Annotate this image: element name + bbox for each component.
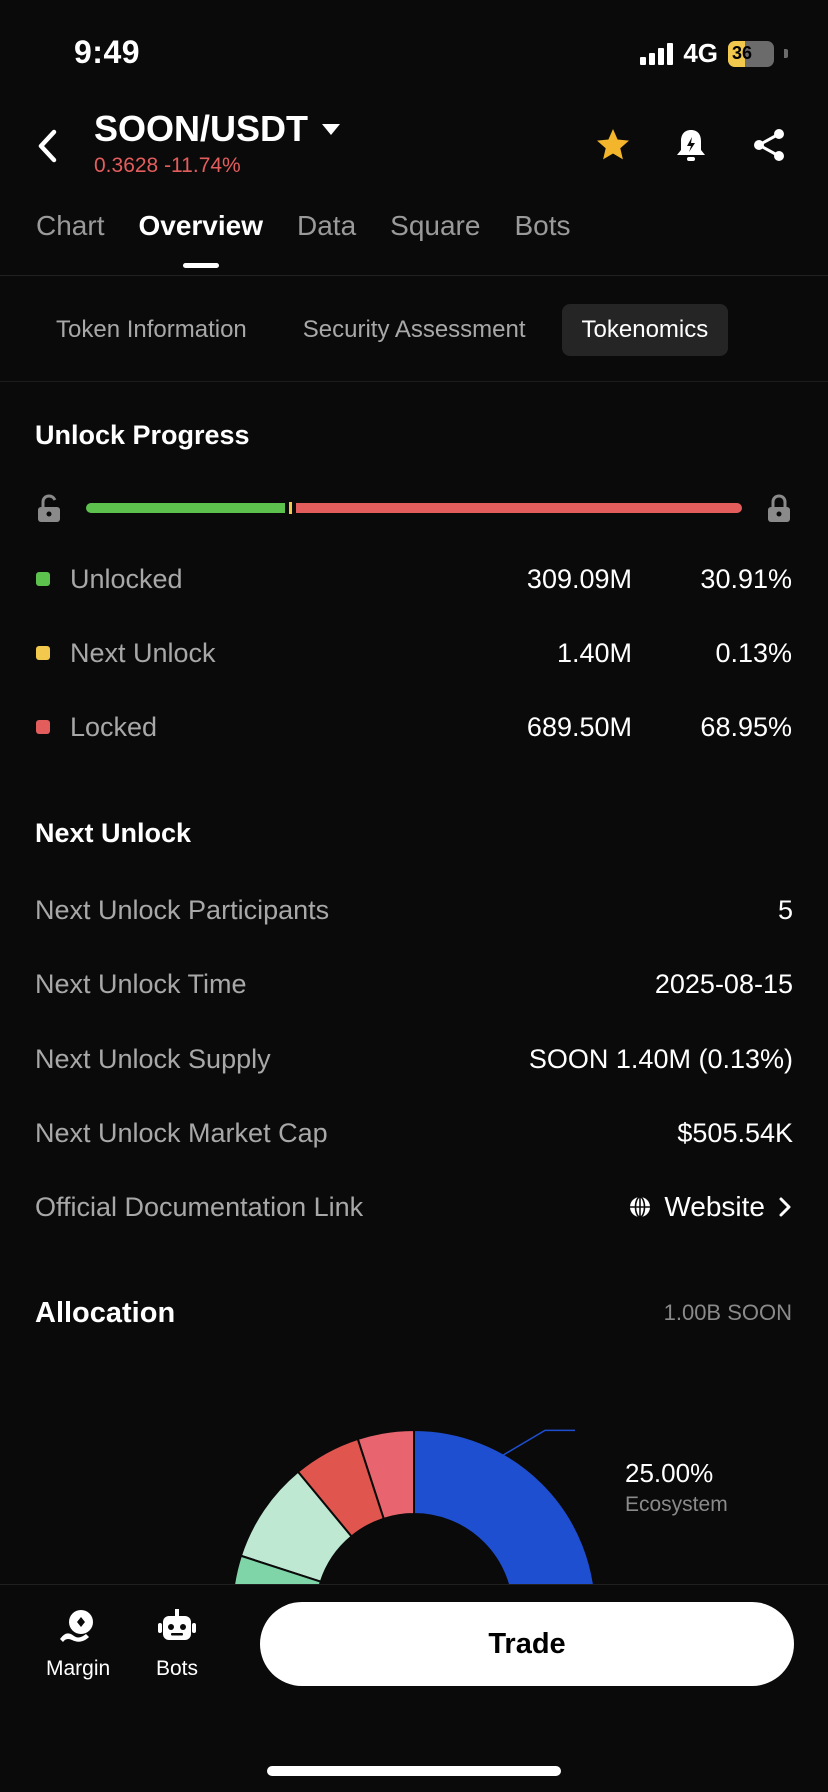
unlock-progress-title: Unlock Progress (35, 420, 250, 450)
tab-overview[interactable]: Overview (138, 210, 263, 268)
kv-value: 2025-08-15 (654, 968, 793, 999)
legend-dot-next-unlock (36, 646, 50, 660)
kv-value: SOON 1.40M (0.13%) (528, 1043, 793, 1074)
donut-callout-ecosystem: 25.00% Ecosystem (625, 1458, 728, 1517)
progress-unlocked (86, 503, 286, 513)
callout-percent: 25.00% (625, 1458, 714, 1488)
callout-name: Ecosystem (625, 1493, 728, 1516)
legend-amount: 689.50M (526, 711, 632, 742)
share-icon[interactable] (750, 126, 788, 164)
subtab-tokenomics[interactable]: Tokenomics (561, 304, 729, 356)
nav-bots[interactable]: Bots (155, 1605, 199, 1681)
allocation-chart: 25.00% Ecosystem (0, 1380, 828, 1584)
tab-square[interactable]: Square (390, 210, 480, 268)
next-unlock-title: Next Unlock (35, 818, 192, 848)
website-label: Website (664, 1191, 765, 1222)
margin-icon (60, 1610, 94, 1642)
legend-row-next-unlock: Next Unlock 1.40M 0.13% (36, 633, 792, 673)
price-change: 0.3628 -11.74% (94, 154, 241, 177)
home-indicator[interactable] (267, 1766, 561, 1776)
progress-next-unlock (289, 502, 293, 514)
allocation-total: 1.00B SOON (663, 1300, 792, 1325)
allocation-title: Allocation (35, 1297, 176, 1329)
donut-slice-ecosystem[interactable] (413, 1428, 596, 1584)
header: SOON/USDT 0.3628 -11.74% (0, 100, 828, 190)
battery-level: 36 (732, 43, 753, 63)
legend-label: Unlocked (70, 563, 183, 594)
status-time: 9:49 (74, 34, 141, 70)
kv-label: Next Unlock Participants (35, 894, 330, 925)
trade-button[interactable]: Trade (260, 1602, 794, 1686)
subtab-token-information[interactable]: Token Information (36, 304, 267, 356)
pair-selector[interactable]: SOON/USDT (94, 108, 341, 150)
legend-dot-locked (36, 720, 50, 734)
tab-bots[interactable]: Bots (514, 210, 570, 268)
legend-row-locked: Locked 689.50M 68.95% (36, 707, 792, 747)
legend-label: Locked (70, 711, 158, 742)
robot-icon (158, 1609, 196, 1640)
legend-percent: 0.13% (715, 637, 792, 668)
chevron-down-icon (322, 123, 341, 135)
progress-locked (296, 503, 742, 513)
subtab-security-assessment[interactable]: Security Assessment (283, 304, 546, 356)
back-arrow-icon[interactable] (32, 126, 62, 166)
star-icon[interactable] (594, 126, 632, 164)
nav-bots-label: Bots (155, 1657, 199, 1680)
kv-label: Next Unlock Supply (35, 1043, 271, 1074)
callout-line (500, 1429, 575, 1458)
legend-dot-unlocked (36, 572, 50, 586)
locked-lock-icon (768, 494, 790, 522)
chevron-right-icon (779, 1197, 791, 1217)
nav-margin-label: Margin (46, 1657, 111, 1680)
tab-data[interactable]: Data (297, 210, 356, 268)
kv-label: Official Documentation Link (35, 1191, 364, 1222)
legend-percent: 68.95% (700, 711, 792, 742)
sub-tabs: Token Information Security Assessment To… (36, 304, 729, 356)
kv-value: $505.54K (677, 1117, 793, 1148)
progress-track (86, 502, 742, 514)
network-type: 4G (683, 38, 718, 68)
subtabs-divider (0, 381, 828, 382)
legend-amount: 309.09M (526, 563, 632, 594)
status-right: 4G 36 (640, 38, 788, 69)
kv-row-time: Next Unlock Time 2025-08-15 (35, 964, 793, 1004)
legend-amount: 1.40M (556, 637, 632, 668)
kv-row-doc-link: Official Documentation Link Website (35, 1187, 793, 1227)
tab-chart[interactable]: Chart (36, 210, 104, 268)
nav-margin[interactable]: Margin (46, 1605, 110, 1681)
battery-icon: 36 (728, 40, 774, 67)
globe-icon (630, 1196, 651, 1218)
unlock-progress-bar (36, 494, 792, 524)
kv-row-market-cap: Next Unlock Market Cap $505.54K (35, 1113, 793, 1153)
unlocked-lock-icon (38, 494, 60, 522)
legend-row-unlocked: Unlocked 309.09M 30.91% (36, 559, 792, 599)
battery-tip (784, 49, 788, 58)
bell-alert-icon[interactable] (672, 126, 710, 164)
main-tabs: Chart Overview Data Square Bots (36, 210, 570, 268)
kv-row-participants: Next Unlock Participants 5 (35, 890, 793, 930)
status-bar: 9:49 4G 36 (0, 0, 828, 100)
tabs-divider (0, 275, 828, 276)
kv-value: 5 (777, 894, 793, 925)
signal-icon (640, 42, 674, 65)
website-link[interactable]: Website (628, 1191, 793, 1223)
kv-label: Next Unlock Time (35, 968, 247, 999)
kv-label: Next Unlock Market Cap (35, 1117, 328, 1148)
header-actions (594, 126, 788, 164)
kv-row-supply: Next Unlock Supply SOON 1.40M (0.13%) (35, 1039, 793, 1079)
legend-label: Next Unlock (70, 637, 216, 668)
pair-name: SOON/USDT (94, 108, 309, 149)
bottom-bar: Margin Bots Trade (0, 1584, 828, 1792)
legend-percent: 30.91% (700, 563, 792, 594)
